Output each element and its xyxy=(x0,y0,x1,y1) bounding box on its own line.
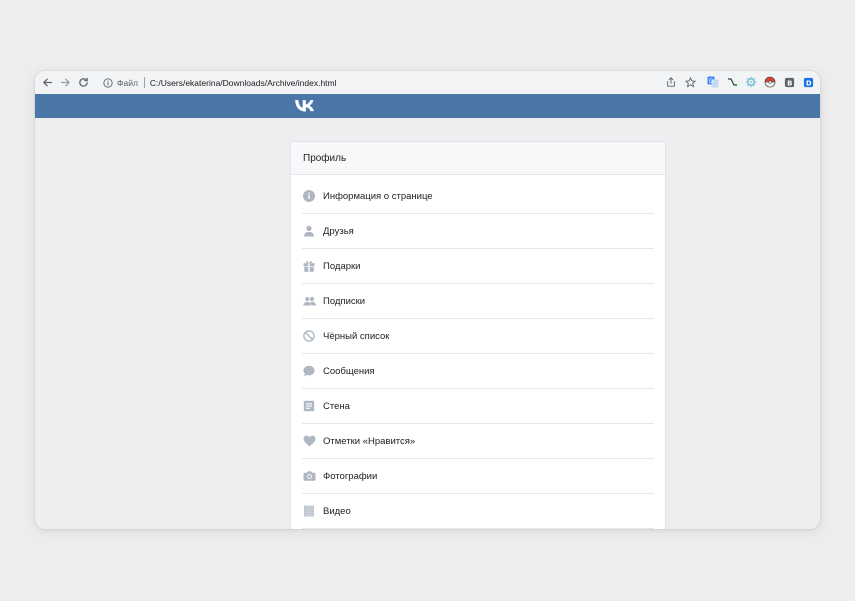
menu-item-label: Информация о странице xyxy=(323,190,433,202)
card-header: Профиль xyxy=(291,142,665,175)
svg-text:G: G xyxy=(709,78,714,85)
users-icon xyxy=(302,294,316,308)
arrow-right-icon xyxy=(60,77,70,87)
address-separator xyxy=(143,77,145,88)
reload-button[interactable] xyxy=(75,74,91,90)
menu-item-likes[interactable]: Отметки «Нравится» xyxy=(302,424,654,459)
menu-item-label: Сообщения xyxy=(323,365,375,377)
menu-item-label: Подарки xyxy=(323,260,361,272)
menu-item-label: Подписки xyxy=(323,295,366,307)
info-icon xyxy=(302,189,316,203)
menu-item-label: Друзья xyxy=(323,225,354,237)
user-icon xyxy=(302,224,316,238)
browser-toolbar: Файл C:/Users/ekaterina/Downloads/Archiv… xyxy=(35,71,820,95)
card-title: Профиль xyxy=(303,152,347,164)
d-extension-icon[interactable]: D xyxy=(801,75,815,89)
pen-extension-icon[interactable] xyxy=(725,75,739,89)
menu-item-friends[interactable]: Друзья xyxy=(302,214,654,249)
gift-icon xyxy=(302,259,316,273)
url-text: C:/Users/ekaterina/Downloads/Archive/ind… xyxy=(149,77,337,88)
menu-item-blacklist[interactable]: Чёрный список xyxy=(302,319,654,354)
message-icon xyxy=(302,364,316,378)
menu-item-gifts[interactable]: Подарки xyxy=(302,249,654,284)
arrow-left-icon xyxy=(42,77,52,87)
star-icon[interactable] xyxy=(683,75,697,89)
menu-item-subscriptions[interactable]: Подписки xyxy=(302,284,654,319)
heart-icon xyxy=(302,434,316,448)
cog-extension-icon[interactable] xyxy=(744,75,758,89)
menu-item-photos[interactable]: Фотографии xyxy=(302,459,654,494)
menu-item-label: Фотографии xyxy=(323,470,378,482)
reload-icon xyxy=(78,77,88,87)
menu-item-label: Видео xyxy=(323,505,351,517)
svg-text:D: D xyxy=(805,79,811,87)
pokeball-extension-icon[interactable] xyxy=(763,75,777,89)
forward-button[interactable] xyxy=(57,74,73,90)
svg-text:B: B xyxy=(787,79,792,87)
browser-window: Файл C:/Users/ekaterina/Downloads/Archiv… xyxy=(35,71,820,529)
vk-header xyxy=(35,94,820,118)
camera-icon xyxy=(302,469,316,483)
menu-item-label: Отметки «Нравится» xyxy=(323,435,416,447)
menu-item-label: Чёрный список xyxy=(323,330,390,342)
menu-item-video[interactable]: Видео xyxy=(302,494,654,529)
wall-icon xyxy=(302,399,316,413)
profile-settings-card: Профиль Информация о странице Друзья Под… xyxy=(291,142,665,529)
profile-menu: Информация о странице Друзья Подарки Под… xyxy=(291,179,665,529)
video-icon xyxy=(302,504,316,518)
translate-icon[interactable]: G xyxy=(706,75,720,89)
b-extension-icon[interactable]: B xyxy=(782,75,796,89)
back-button[interactable] xyxy=(39,74,55,90)
menu-item-wall[interactable]: Стена xyxy=(302,389,654,424)
scheme-label: Файл xyxy=(117,77,138,88)
share-icon[interactable] xyxy=(664,75,678,89)
menu-item-info[interactable]: Информация о странице xyxy=(302,179,654,214)
address-bar[interactable]: Файл C:/Users/ekaterina/Downloads/Archiv… xyxy=(97,73,667,92)
info-icon[interactable] xyxy=(101,76,115,90)
menu-item-label: Стена xyxy=(323,400,350,412)
block-icon xyxy=(302,329,316,343)
menu-item-messages[interactable]: Сообщения xyxy=(302,354,654,389)
vk-logo[interactable] xyxy=(295,99,315,117)
